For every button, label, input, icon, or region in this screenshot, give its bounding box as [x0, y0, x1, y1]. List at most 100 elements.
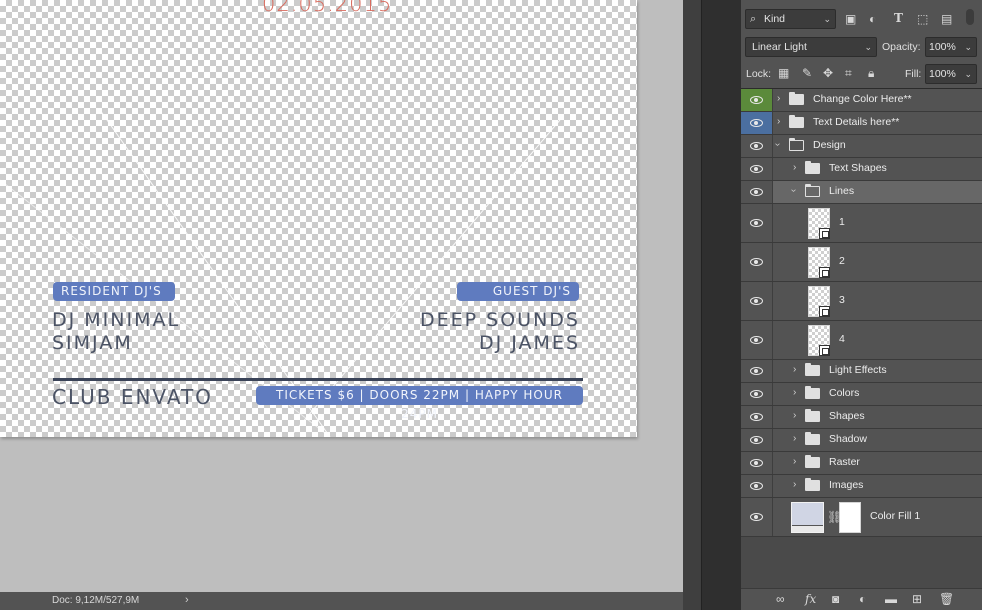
layer-thumbnail — [808, 325, 830, 356]
eye-icon — [750, 482, 763, 490]
expand-arrow-icon[interactable]: › — [777, 93, 780, 104]
visibility-toggle[interactable] — [741, 452, 773, 474]
eye-icon — [750, 513, 763, 521]
panel-dock-strip — [701, 0, 741, 610]
guest-djs-badge: GUEST DJ'S — [457, 282, 579, 301]
chevron-down-icon: ⌄ — [964, 69, 972, 79]
visibility-toggle[interactable] — [741, 243, 773, 281]
layers-list: › Change Color Here** › Text Details her… — [741, 88, 982, 588]
fx-icon[interactable]: fx — [805, 592, 816, 606]
new-group-icon[interactable]: ▬ — [885, 592, 897, 606]
expand-arrow-icon[interactable]: › — [793, 162, 796, 173]
adjustment-icon[interactable]: ◐ — [859, 592, 866, 606]
layer-row[interactable]: › Light Effects — [741, 360, 982, 383]
shape-layer-icon — [819, 306, 830, 317]
document-canvas[interactable]: 02.05.2015 RESIDENT DJ'S GUEST DJ'S DJ M… — [0, 0, 637, 437]
lock-all-icon[interactable]: 🔒︎ — [868, 66, 874, 80]
layer-row-selected[interactable]: › Lines — [741, 181, 982, 204]
layer-thumbnail — [808, 208, 830, 239]
new-layer-icon[interactable]: ⊞ — [912, 592, 922, 606]
filter-kind-select[interactable]: ⌕ Kind ⌄ — [745, 9, 836, 29]
doc-size-info[interactable]: Doc: 9,12M/527,9M — [52, 595, 139, 606]
shape-filter-icon[interactable]: ⬚ — [917, 12, 928, 26]
blend-mode-value: Linear Light — [752, 41, 807, 53]
layers-panel: ⌕ Kind ⌄ ▣ ◐ T ⬚ ▤ Linear Light ⌄ Opacit… — [741, 0, 982, 610]
trash-icon[interactable]: 🗑︎ — [939, 592, 954, 606]
expand-arrow-icon[interactable]: › — [793, 410, 796, 421]
opacity-field[interactable]: 100% ⌄ — [925, 37, 977, 57]
layer-row[interactable]: 4 — [741, 321, 982, 360]
pixel-filter-icon[interactable]: ▣ — [845, 12, 856, 26]
layer-filter-row: ⌕ Kind ⌄ ▣ ◐ T ⬚ ▤ — [741, 6, 982, 33]
layer-row[interactable]: › Colors — [741, 383, 982, 406]
layer-row[interactable]: › Raster — [741, 452, 982, 475]
folder-open-icon — [805, 184, 820, 197]
layer-row[interactable]: › Text Shapes — [741, 158, 982, 181]
decorative-lines — [0, 109, 561, 437]
collapse-arrow-icon[interactable]: › — [788, 189, 799, 192]
layer-row[interactable]: › Change Color Here** — [741, 89, 982, 112]
adjustment-filter-icon[interactable]: ◐ — [869, 12, 876, 26]
layer-row[interactable]: › Text Details here** — [741, 112, 982, 135]
canvas-area[interactable]: 02.05.2015 RESIDENT DJ'S GUEST DJ'S DJ M… — [0, 0, 683, 592]
poster-date: 02.05.2015 — [262, 0, 393, 16]
shape-layer-icon — [819, 345, 830, 356]
layer-row[interactable]: 2 — [741, 243, 982, 282]
visibility-toggle[interactable] — [741, 282, 773, 320]
visibility-toggle[interactable] — [741, 475, 773, 497]
eye-icon — [750, 413, 763, 421]
visibility-toggle[interactable] — [741, 498, 773, 536]
visibility-toggle[interactable] — [741, 89, 773, 111]
link-layers-icon[interactable]: ∞ — [776, 592, 785, 606]
visibility-toggle[interactable] — [741, 112, 773, 134]
expand-arrow-icon[interactable]: › — [777, 116, 780, 127]
visibility-toggle[interactable] — [741, 204, 773, 242]
blend-mode-select[interactable]: Linear Light ⌄ — [745, 37, 877, 57]
layer-row[interactable]: › Shapes — [741, 406, 982, 429]
resident-dj-name: DJ MINIMAL — [52, 309, 181, 331]
expand-arrow-icon[interactable]: › — [793, 433, 796, 444]
expand-arrow-icon[interactable]: › — [793, 387, 796, 398]
visibility-toggle[interactable] — [741, 321, 773, 359]
eye-icon — [750, 459, 763, 467]
visibility-toggle[interactable] — [741, 158, 773, 180]
folder-open-icon — [789, 138, 804, 151]
fill-field[interactable]: 100% ⌄ — [925, 64, 977, 84]
layer-row[interactable]: › Design — [741, 135, 982, 158]
eye-icon — [750, 297, 763, 305]
eye-icon — [750, 336, 763, 344]
filter-toggle-icon[interactable] — [966, 9, 974, 25]
visibility-toggle[interactable] — [741, 135, 773, 157]
lock-row: Lock: ▦ ✎ ✥ ⌗ 🔒︎ Fill: 100% ⌄ — [741, 61, 982, 88]
lock-position-icon[interactable]: ✥ — [823, 66, 833, 80]
add-mask-icon[interactable]: ◙ — [832, 592, 839, 606]
folder-icon — [805, 409, 820, 422]
visibility-toggle[interactable] — [741, 406, 773, 428]
lock-artboard-icon[interactable]: ⌗ — [845, 66, 852, 80]
layer-row[interactable]: › Images — [741, 475, 982, 498]
expand-arrow-icon[interactable]: › — [793, 364, 796, 375]
smart-object-filter-icon[interactable]: ▤ — [941, 12, 952, 26]
lock-pixels-icon[interactable]: ✎ — [802, 66, 812, 80]
lock-transparency-icon[interactable]: ▦ — [778, 66, 789, 80]
layer-row[interactable]: 3 — [741, 282, 982, 321]
eye-icon — [750, 390, 763, 398]
layer-row[interactable]: ⛓ Color Fill 1 — [741, 498, 982, 537]
expand-arrow-icon[interactable]: › — [793, 479, 796, 490]
status-menu-arrow-icon[interactable]: › — [185, 594, 189, 606]
collapse-arrow-icon[interactable]: › — [772, 143, 783, 146]
guest-dj-name: DEEP SOUNDS — [420, 309, 580, 331]
visibility-toggle[interactable] — [741, 429, 773, 451]
layer-row[interactable]: 1 — [741, 204, 982, 243]
vertical-scrollbar[interactable] — [683, 0, 701, 610]
layer-name: Raster — [829, 456, 860, 468]
layer-thumbnail — [808, 247, 830, 278]
layer-row[interactable]: › Shadow — [741, 429, 982, 452]
visibility-toggle[interactable] — [741, 383, 773, 405]
visibility-toggle[interactable] — [741, 181, 773, 203]
expand-arrow-icon[interactable]: › — [793, 456, 796, 467]
resident-djs-badge: RESIDENT DJ'S — [53, 282, 175, 301]
visibility-toggle[interactable] — [741, 360, 773, 382]
type-filter-icon[interactable]: T — [894, 11, 903, 25]
eye-icon — [750, 165, 763, 173]
